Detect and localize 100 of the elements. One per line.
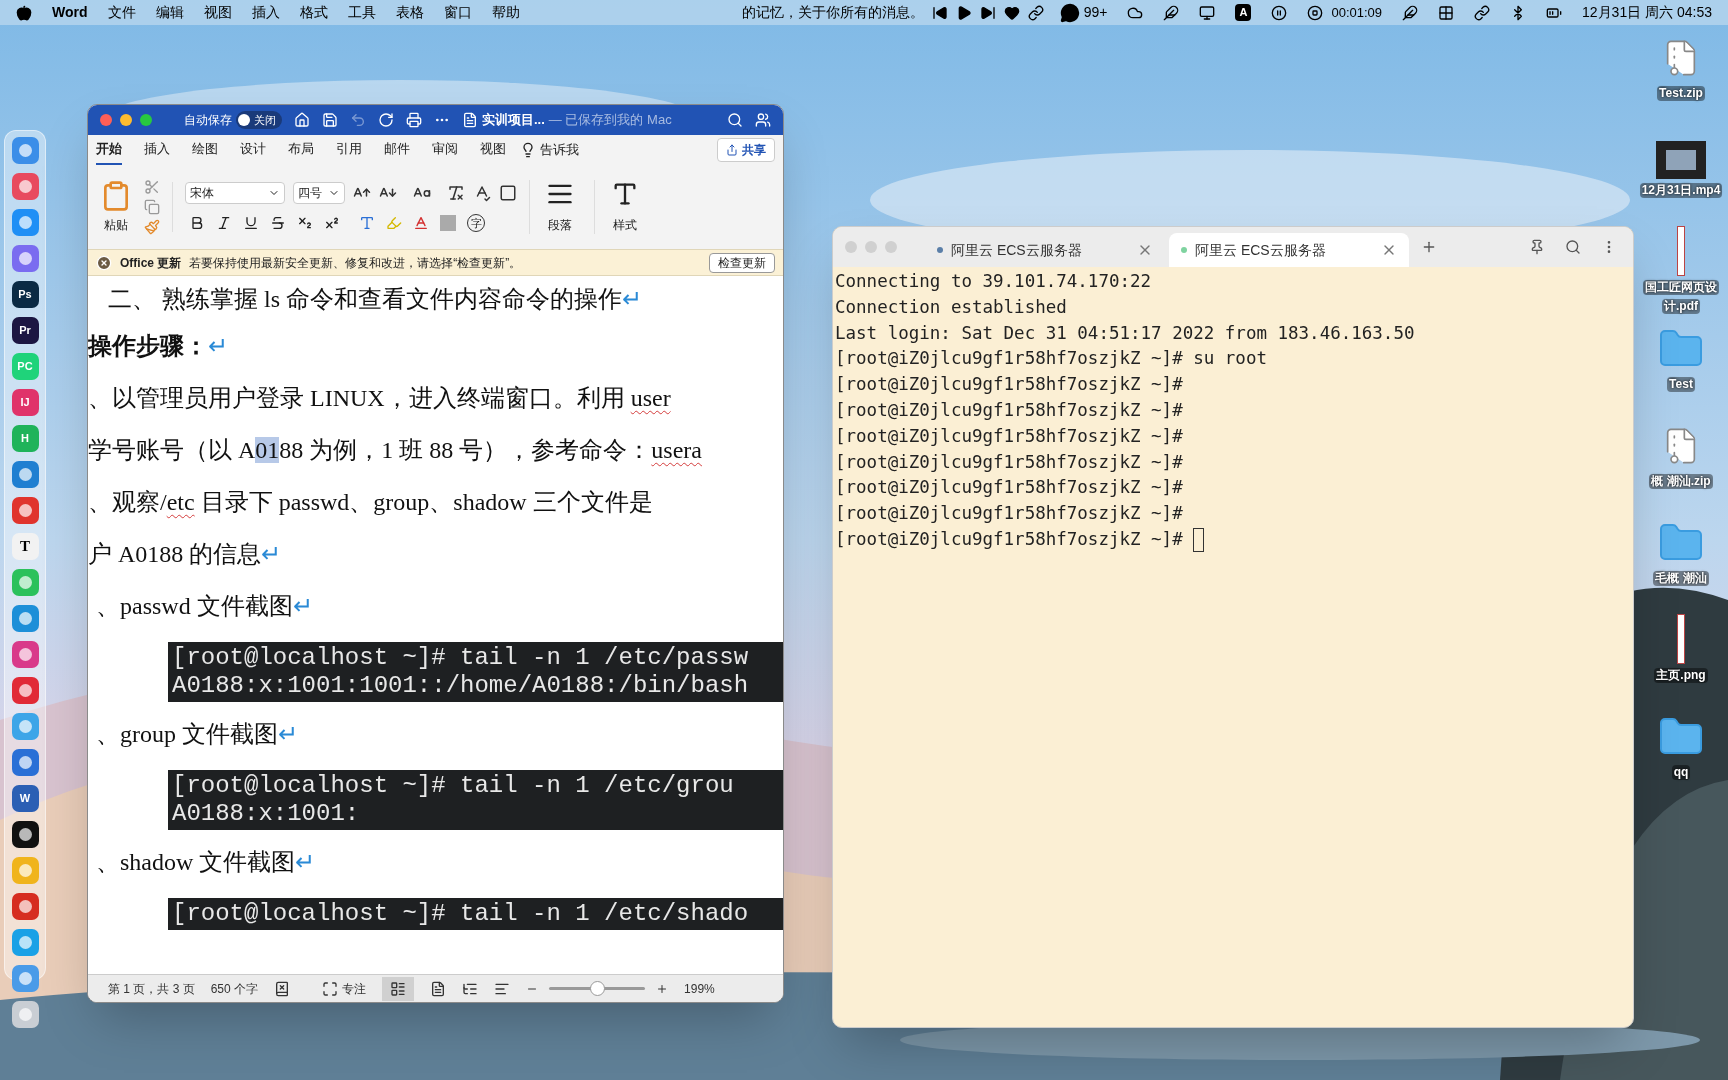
menu-item[interactable]: 视图 [203,2,232,23]
dock-app-icon[interactable]: IJ [11,389,39,416]
ribbon-tab[interactable]: 开始 [96,135,122,165]
terminal-line: Last login: Sat Dec 31 04:51:17 2022 from 183.46.163.50 [835,321,1415,345]
document-line: 、以管理员用户登录 LINUX，进入终端窗口。利用 user [88,384,671,413]
next-icon[interactable] [979,4,996,21]
size-dropdown[interactable]: 四号 [293,182,345,204]
dock-app-icon[interactable] [11,821,39,848]
clear-formatting-icon[interactable] [447,184,465,202]
menu-item[interactable]: 表格 [395,2,424,23]
search-icon[interactable] [727,112,743,128]
text-effects-icon[interactable] [359,215,375,231]
font-dropdown[interactable]: 宋体 [185,182,285,204]
zoom-thumb[interactable] [589,981,605,996]
update-title: Office 更新 [120,254,182,272]
document-line: 、shadow 文件截图↵ [96,848,316,877]
dismiss-icon[interactable] [96,254,112,271]
minimize-button[interactable] [120,114,132,126]
zoom-in-icon[interactable] [656,982,669,995]
proofing-icon[interactable] [274,980,291,997]
bold-icon[interactable] [189,215,205,231]
menu-item[interactable]: 工具 [347,2,376,23]
page-count[interactable]: 第 1 页，共 3 页 [108,979,195,998]
menu-item[interactable]: 窗口 [443,2,472,23]
strikethrough-icon[interactable] [270,215,286,231]
feather-icon[interactable] [1163,4,1180,21]
grid-icon[interactable] [1438,4,1455,21]
italic-icon[interactable] [216,215,232,231]
document-thumbnail-icon[interactable] [1677,226,1685,276]
dock-app-icon[interactable]: Pr [11,317,39,344]
pin-icon[interactable] [1529,239,1545,255]
document-line: 二、 熟练掌握 ls 命令和查看文件内容命令的操作↵ [108,285,642,314]
ribbon-tab[interactable]: 审阅 [432,135,458,165]
save-icon[interactable] [322,112,338,128]
terminal-tab[interactable]: 阿里云 ECS云服务器 [925,233,1165,267]
superscript-icon[interactable] [324,215,340,231]
redo-icon[interactable] [378,112,394,128]
chat-icon[interactable] [1059,2,1080,23]
update-message: 若要保持使用最新安全更新、修复和改进，请选择“检查更新”。 [189,254,522,272]
print-icon[interactable] [406,112,422,128]
paragraph-label[interactable]: 段落 [548,216,572,234]
styles-label[interactable]: 样式 [613,216,637,234]
document-line: 、group 文件截图↵ [96,720,298,749]
stop-icon[interactable] [1307,4,1324,21]
dock-app-icon[interactable]: Ps [11,281,39,308]
share-button[interactable]: 共享 [717,138,775,162]
new-tab-icon[interactable] [1421,239,1437,255]
ribbon-tab[interactable]: 引用 [336,135,362,165]
word-count[interactable]: 650 个字 [210,979,259,998]
terminal-tab[interactable]: 阿里云 ECS云服务器 [1169,233,1409,267]
underline-icon[interactable] [243,215,259,231]
subscript-icon[interactable] [297,215,313,231]
search-icon[interactable] [1565,239,1581,255]
check-updates-button[interactable]: 检查更新 [709,252,775,273]
menu-item[interactable]: 帮助 [491,2,520,23]
document-thumbnail-icon[interactable] [1677,614,1685,664]
font-color-icon[interactable] [413,215,429,231]
copy-icon[interactable] [144,199,160,215]
link-icon[interactable] [1474,4,1491,21]
monitor-icon[interactable] [1199,4,1216,21]
input-method[interactable]: A [1235,4,1252,21]
zoom-button[interactable] [140,114,152,126]
paste-label[interactable]: 粘贴 [104,216,128,234]
collaborate-icon[interactable] [755,112,771,128]
focus-icon[interactable] [322,980,339,997]
menu-item[interactable]: 文件 [107,2,136,23]
file-label[interactable]: Test.zip [1657,86,1705,101]
menu-item[interactable]: 编辑 [155,2,184,23]
recording-time: 00:01:09 [1331,3,1383,22]
ribbon-tab[interactable]: 设计 [240,135,266,165]
app-menu[interactable]: Word [52,2,88,23]
now-playing-text: 的记忆，关于你所有的消息。 [741,3,924,22]
print-layout-icon[interactable] [382,976,415,1001]
heart-icon[interactable] [1003,4,1020,21]
focus-label[interactable]: 专注 [342,979,367,998]
terminal-line: [root@iZ0jlcu9gf1r58hf7oszjkZ ~]# [835,502,1183,526]
clock[interactable]: 12月31日 周六 04:53 [1582,2,1712,23]
save-status[interactable]: — 已保存到我的 Mac [548,110,672,130]
menu-item[interactable]: 格式 [299,2,328,23]
ribbon-tab[interactable]: 布局 [288,135,314,165]
tell-me[interactable]: 告诉我 [540,140,579,160]
previous-icon[interactable] [931,4,948,21]
dock-app-icon[interactable]: W [11,785,39,812]
video-thumbnail-icon[interactable] [1656,141,1706,179]
menu-item[interactable]: 插入 [251,2,280,23]
web-layout-icon[interactable] [430,980,447,997]
screenshot-line: [root@localhost ~]# tail -n 1 /etc/shado [172,900,749,928]
autosave-toggle[interactable]: 关闭 [236,111,282,129]
ribbon-tab[interactable]: 邮件 [384,135,410,165]
apple-icon[interactable] [16,4,32,21]
zoom-level[interactable]: 199% [684,979,715,998]
character-border-icon[interactable] [499,184,517,202]
unread-count: 99+ [1083,3,1108,22]
cut-icon[interactable] [144,179,160,195]
pause-icon[interactable] [1271,4,1288,21]
dock-app-icon[interactable]: T [11,533,39,560]
home-icon[interactable] [294,112,310,128]
ribbon-tab[interactable]: 插入 [144,135,170,165]
ribbon-tab[interactable]: 绘图 [192,135,218,165]
ribbon-tab[interactable]: 视图 [480,135,506,165]
